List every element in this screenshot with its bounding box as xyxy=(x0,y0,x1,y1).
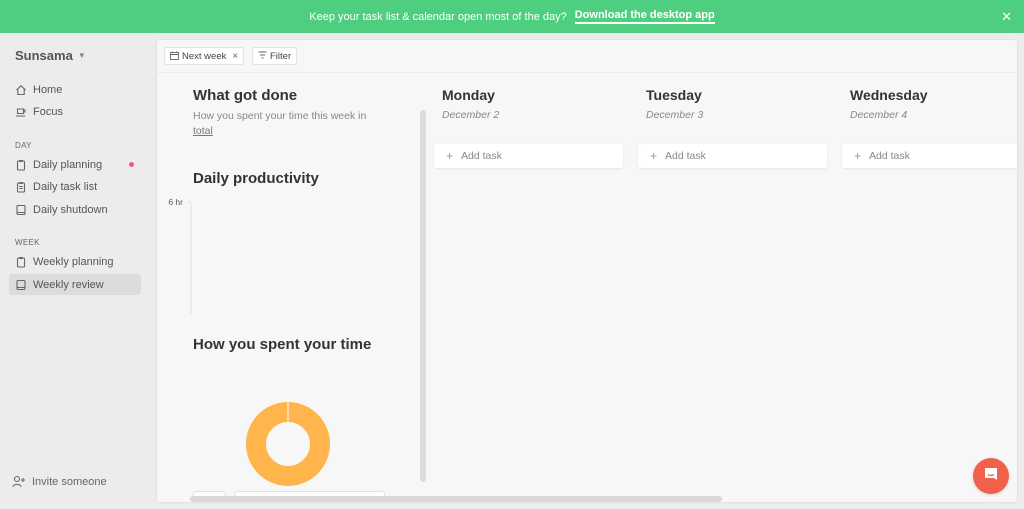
y-tick-label: 6 hr xyxy=(168,197,183,207)
add-task-button[interactable]: + Add task xyxy=(638,144,827,168)
close-banner-icon[interactable]: ✕ xyxy=(1001,9,1012,25)
add-task-button[interactable]: + Add task xyxy=(842,144,1017,168)
day-name: Wednesday xyxy=(850,87,928,103)
notification-dot xyxy=(129,162,134,167)
sidebar-item-daily-shutdown[interactable]: Daily shutdown xyxy=(9,199,141,220)
sidebar-item-label: Daily task list xyxy=(33,180,98,193)
sidebar-item-label: Weekly review xyxy=(33,278,104,291)
clipboard-icon xyxy=(15,256,27,268)
day-date: December 3 xyxy=(646,109,704,121)
banner-message: Keep your task list & calendar open most… xyxy=(309,10,567,23)
invite-label: Invite someone xyxy=(32,475,107,488)
book-icon xyxy=(15,279,27,291)
time-spent-title: How you spent your time xyxy=(193,336,372,353)
book-icon xyxy=(15,204,27,216)
sidebar-item-label: Focus xyxy=(33,105,63,118)
desktop-app-banner: Keep your task list & calendar open most… xyxy=(0,0,1024,33)
plus-icon: + xyxy=(650,149,658,163)
horizontal-scrollbar[interactable] xyxy=(190,496,722,502)
coffee-cup-icon xyxy=(15,106,27,118)
day-name: Monday xyxy=(442,87,495,103)
support-chat-button[interactable] xyxy=(973,458,1009,494)
section-label-week: WEEK xyxy=(15,238,40,247)
sidebar-item-daily-task-list[interactable]: Daily task list xyxy=(9,176,141,197)
chat-icon xyxy=(983,466,999,487)
chevron-down-icon: ▼ xyxy=(77,51,86,60)
add-task-label: Add task xyxy=(461,150,502,162)
day-date: December 4 xyxy=(850,109,908,121)
download-desktop-app-link[interactable]: Download the desktop app xyxy=(574,9,715,24)
invite-someone-button[interactable]: Invite someone xyxy=(12,475,107,488)
add-user-icon xyxy=(12,475,26,488)
daily-productivity-chart: 6 hr MonTueWedThuFri xyxy=(168,197,192,314)
plus-icon: + xyxy=(446,149,454,163)
clipboard-icon xyxy=(15,159,27,171)
date-range-label: Next week xyxy=(182,50,227,62)
weekly-review-panel: What got done How you spent your time th… xyxy=(157,74,427,502)
section-label-day: DAY xyxy=(15,141,32,150)
toolbar: Next week × Filter xyxy=(157,40,1017,73)
main-panel: Next week × Filter What got done How you… xyxy=(157,40,1017,502)
sidebar-item-label: Daily planning xyxy=(33,158,103,171)
date-range-chip[interactable]: Next week × xyxy=(164,47,245,65)
sidebar-item-home[interactable]: Home xyxy=(9,79,141,100)
filter-icon xyxy=(258,51,267,61)
sidebar-item-weekly-review[interactable]: Weekly review xyxy=(9,274,141,295)
day-date: December 2 xyxy=(442,109,500,121)
sidebar-item-focus[interactable]: Focus xyxy=(9,101,141,122)
sidebar-item-label: Weekly planning xyxy=(33,255,114,268)
donut-slice-work xyxy=(246,402,330,486)
clear-range-icon[interactable]: × xyxy=(232,51,238,62)
calendar-icon xyxy=(170,51,179,62)
sidebar-item-label: Daily shutdown xyxy=(33,203,108,216)
sidebar-item-label: Home xyxy=(33,83,63,96)
home-icon xyxy=(15,84,27,96)
add-task-label: Add task xyxy=(665,150,706,162)
workspace-switcher[interactable]: Sunsama ▼ xyxy=(15,48,86,63)
add-task-button[interactable]: + Add task xyxy=(434,144,623,168)
add-task-label: Add task xyxy=(869,150,910,162)
day-name: Tuesday xyxy=(646,87,702,103)
sidebar: Sunsama ▼ Home Focus DAY Daily planning … xyxy=(0,33,156,509)
sidebar-item-weekly-planning[interactable]: Weekly planning xyxy=(9,251,141,272)
filter-label: Filter xyxy=(270,50,292,62)
clipboard-list-icon xyxy=(15,181,27,193)
sidebar-item-daily-planning[interactable]: Daily planning xyxy=(9,154,141,175)
plus-icon: + xyxy=(854,149,862,163)
filter-button[interactable]: Filter xyxy=(252,47,298,65)
review-vertical-scrollbar[interactable] xyxy=(420,110,426,482)
brand-name: Sunsama xyxy=(15,48,73,63)
